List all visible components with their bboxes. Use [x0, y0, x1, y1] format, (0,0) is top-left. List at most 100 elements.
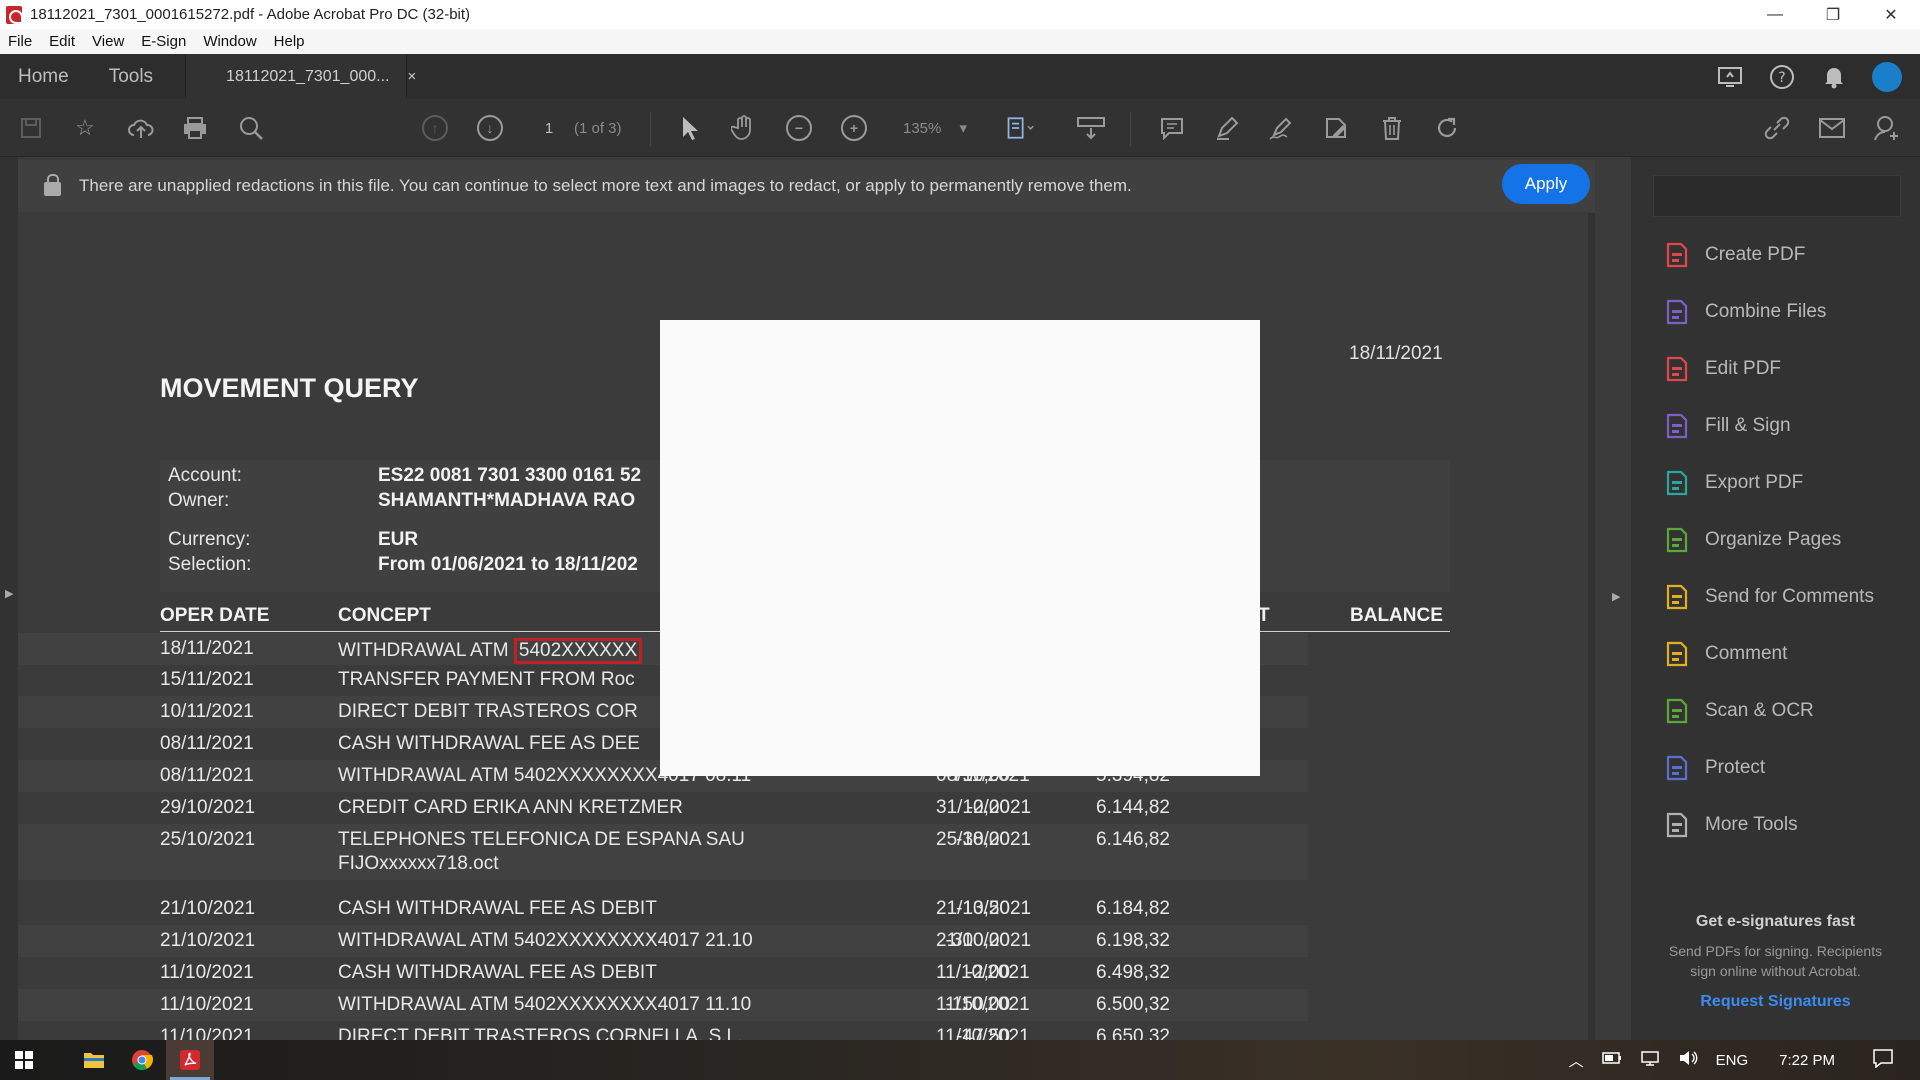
blank-dialog: [660, 320, 1260, 776]
folder-icon: [84, 1053, 104, 1068]
clock[interactable]: 7:22 PM: [1779, 1052, 1835, 1069]
print-icon[interactable]: [180, 113, 210, 143]
row-amount: -300,00: [945, 930, 1010, 951]
owner-value: SHAMANTH*MADHAVA RAO: [378, 490, 636, 511]
row-concept: CASH WITHDRAWAL FEE AS DEE: [338, 733, 640, 754]
notification-center-icon[interactable]: [1872, 1048, 1894, 1072]
tool-item-label: Protect: [1705, 757, 1766, 778]
share-link-icon[interactable]: [1762, 113, 1792, 143]
request-signatures-link[interactable]: Request Signatures: [1631, 993, 1920, 1011]
close-window-button[interactable]: ✕: [1862, 0, 1920, 29]
tool-item-scan-ocr[interactable]: Scan & OCR: [1663, 691, 1814, 731]
edit-redact-icon[interactable]: [1322, 113, 1352, 143]
selection-label: Selection:: [168, 554, 252, 575]
notifications-bell-icon[interactable]: [1820, 63, 1848, 91]
share-screen-icon[interactable]: [1716, 63, 1744, 91]
tab-tools[interactable]: Tools: [91, 54, 175, 99]
tool-item-send-for-comments[interactable]: Send for Comments: [1663, 577, 1874, 617]
select-arrow-icon[interactable]: [674, 113, 704, 143]
table-row: 25/10/2021 TELEPHONES TELEFONICA DE ESPAN…: [18, 824, 1308, 880]
chrome-taskbar[interactable]: [118, 1040, 166, 1080]
row-concept: TRANSFER PAYMENT FROM Roc: [338, 669, 635, 690]
zoom-out-icon[interactable]: −: [784, 113, 814, 143]
help-icon[interactable]: ?: [1768, 63, 1796, 91]
network-icon[interactable]: [1640, 1050, 1660, 1070]
bookmark-star-icon[interactable]: ☆: [70, 113, 100, 143]
row-amount: -2,00: [966, 797, 1010, 818]
tool-item-label: Combine Files: [1705, 301, 1827, 322]
rotate-icon[interactable]: [1432, 113, 1462, 143]
tool-item-more-tools[interactable]: More Tools: [1663, 805, 1798, 845]
scroll-down-icon[interactable]: ▼: [1594, 1024, 1595, 1036]
user-avatar[interactable]: [1872, 61, 1902, 92]
tray-expand-icon[interactable]: ︿: [1569, 1050, 1584, 1071]
acrobat-taskbar[interactable]: [166, 1040, 214, 1080]
battery-icon[interactable]: [1601, 1051, 1622, 1069]
fill-sign-icon: [1663, 412, 1691, 440]
svg-text:?: ?: [1778, 70, 1785, 86]
vertical-scrollbar[interactable]: ▲ ▼: [1588, 213, 1595, 1040]
row-amount: -38,00: [956, 829, 1010, 850]
menu-help[interactable]: Help: [266, 33, 314, 50]
apply-redactions-button[interactable]: Apply: [1502, 164, 1590, 204]
email-icon[interactable]: [1817, 113, 1847, 143]
page-number-input[interactable]: 1: [534, 114, 564, 142]
fit-page-icon[interactable]: [1005, 113, 1035, 143]
language-indicator[interactable]: ENG: [1716, 1052, 1749, 1069]
sign-icon[interactable]: [1267, 113, 1297, 143]
row-oper-date: 21/10/2021: [160, 930, 256, 951]
collapse-right-panel-icon[interactable]: ▶: [1612, 590, 1620, 603]
tool-item-protect[interactable]: Protect: [1663, 748, 1765, 788]
add-user-icon[interactable]: [1872, 113, 1902, 143]
previous-page-icon[interactable]: ↑: [420, 113, 450, 143]
menu-file[interactable]: File: [0, 33, 41, 50]
search-zoom-icon[interactable]: [236, 113, 266, 143]
volume-icon[interactable]: [1678, 1050, 1698, 1070]
row-concept: DIRECT DEBIT TRASTEROS COR: [338, 701, 638, 722]
zoom-level-select[interactable]: 135% ▾: [893, 114, 973, 142]
tool-item-comment[interactable]: Comment: [1663, 634, 1787, 674]
zoom-in-icon[interactable]: +: [839, 113, 869, 143]
export-pdf-icon: [1663, 469, 1691, 497]
row-balance: 6.144,82: [1096, 797, 1170, 818]
redaction-banner: There are unapplied redactions in this f…: [18, 160, 1595, 212]
menu-window[interactable]: Window: [195, 33, 265, 50]
tool-item-organize-pages[interactable]: Organize Pages: [1663, 520, 1841, 560]
tool-item-combine-files[interactable]: Combine Files: [1663, 292, 1826, 332]
tool-item-fill-sign[interactable]: Fill & Sign: [1663, 406, 1791, 446]
upload-cloud-icon[interactable]: [126, 113, 156, 143]
scroll-up-icon[interactable]: ▲: [1594, 218, 1595, 230]
save-icon[interactable]: [16, 113, 46, 143]
scroll-mode-icon[interactable]: [1076, 113, 1106, 143]
hand-pan-icon[interactable]: [729, 113, 759, 143]
row-concept: WITHDRAWAL ATM 5402XXXXXXXX4017 21.10: [338, 930, 753, 951]
tab-document[interactable]: 18112021_7301_000... ×: [185, 54, 416, 99]
menu-edit[interactable]: Edit: [41, 33, 84, 50]
row-concept: WITHDRAWAL ATM 5402XXXXXXXX4017 11.10: [338, 994, 752, 1015]
minimize-button[interactable]: —: [1746, 0, 1804, 29]
redaction-mark[interactable]: 5402XXXXXX: [513, 638, 643, 664]
delete-trash-icon[interactable]: [1377, 113, 1407, 143]
next-page-icon[interactable]: ↓: [475, 113, 505, 143]
row-balance: 6.146,82: [1096, 829, 1170, 850]
expand-left-panel-icon[interactable]: ▶: [5, 587, 13, 600]
menu-view[interactable]: View: [84, 33, 133, 50]
more-tools-icon: [1663, 811, 1691, 839]
windows-taskbar: ︿ ENG 7:22 PM: [0, 1040, 1920, 1080]
tool-item-edit-pdf[interactable]: Edit PDF: [1663, 349, 1781, 389]
tools-search-input[interactable]: [1653, 175, 1901, 217]
tool-item-create-pdf[interactable]: Create PDF: [1663, 235, 1805, 275]
row-amount: -13,50: [956, 898, 1010, 919]
highlight-pen-icon[interactable]: [1212, 113, 1242, 143]
restore-button[interactable]: ❐: [1804, 0, 1862, 29]
table-row: 29/10/2021 CREDIT CARD ERIKA ANN KRETZMER…: [18, 792, 1308, 824]
start-button[interactable]: [0, 1040, 48, 1080]
file-explorer-taskbar[interactable]: [70, 1040, 118, 1080]
close-tab-icon[interactable]: ×: [407, 68, 416, 85]
row-balance: 6.650,32: [1096, 1026, 1170, 1040]
column-header-balance: BALANCE: [1350, 605, 1443, 626]
tool-item-export-pdf[interactable]: Export PDF: [1663, 463, 1803, 503]
menu-esign[interactable]: E-Sign: [133, 33, 195, 50]
tab-home[interactable]: Home: [0, 54, 91, 99]
comment-icon[interactable]: [1157, 113, 1187, 143]
